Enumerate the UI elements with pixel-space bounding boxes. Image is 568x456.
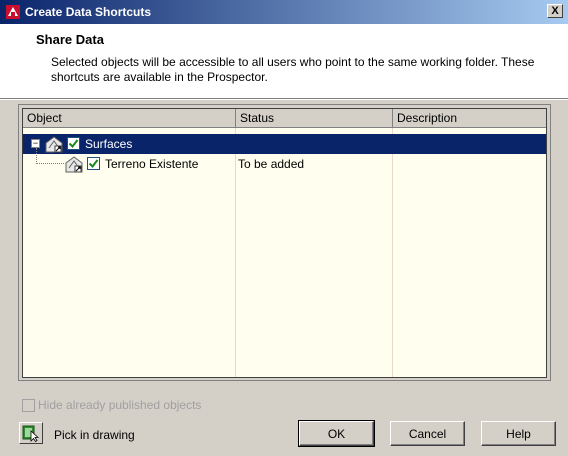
close-icon: X: [551, 4, 559, 17]
object-name: Surfaces: [85, 137, 133, 151]
include-checkbox[interactable]: [67, 137, 80, 150]
checkmark-icon: [88, 159, 99, 169]
hide-published-label: Hide already published objects: [38, 398, 202, 412]
pick-cursor-icon: [22, 425, 40, 442]
help-button[interactable]: Help: [481, 421, 556, 446]
header-panel: Share Data Selected objects will be acce…: [0, 24, 568, 98]
hide-published-option[interactable]: Hide already published objects: [22, 398, 201, 412]
surface-shortcut-icon: [45, 136, 63, 153]
table-row[interactable]: Terreno Existente To be added: [23, 154, 546, 174]
column-header-object[interactable]: Object: [23, 109, 236, 128]
page-description: Selected objects will be accessible to a…: [51, 55, 535, 84]
app-icon: [6, 5, 20, 19]
objects-grid[interactable]: Object Status Description − Surfaces Ter…: [22, 108, 547, 378]
header-separator: [0, 98, 568, 100]
collapse-toggle[interactable]: −: [31, 139, 40, 148]
close-button[interactable]: X: [547, 4, 563, 18]
column-header-description[interactable]: Description: [393, 109, 546, 128]
status-value: To be added: [238, 157, 305, 171]
title-bar: Create Data Shortcuts X: [0, 0, 568, 24]
hide-published-checkbox[interactable]: [22, 398, 35, 412]
ok-button[interactable]: OK: [298, 420, 375, 447]
column-header-status[interactable]: Status: [236, 109, 393, 128]
cancel-button[interactable]: Cancel: [390, 421, 465, 446]
include-checkbox[interactable]: [87, 157, 100, 170]
surface-shortcut-icon: [65, 156, 83, 173]
checkmark-icon: [68, 139, 79, 149]
page-title: Share Data: [36, 32, 104, 47]
object-name: Terreno Existente: [105, 157, 199, 171]
table-row[interactable]: − Surfaces: [23, 134, 546, 154]
window-title: Create Data Shortcuts: [25, 5, 152, 19]
pick-in-drawing-label: Pick in drawing: [54, 428, 135, 442]
objects-panel: Object Status Description − Surfaces Ter…: [18, 104, 551, 381]
pick-in-drawing-button[interactable]: [19, 422, 43, 444]
